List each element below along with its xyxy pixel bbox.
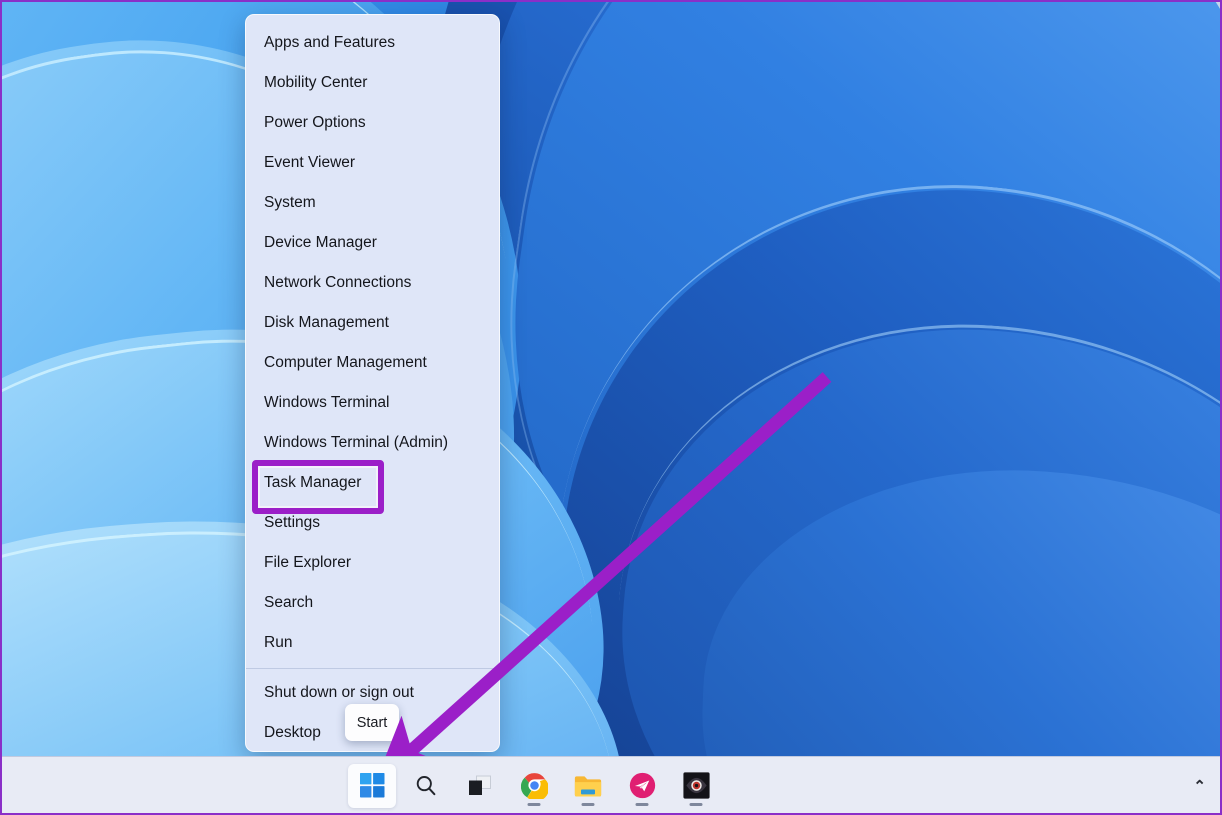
taskbar-task-view-button[interactable] [456,764,504,808]
dark-app-icon [682,772,710,799]
menu-item-disk-management[interactable]: Disk Management [246,303,499,343]
chrome-icon [520,773,548,799]
menu-item-label: Device Manager [264,234,377,251]
show-hidden-icons-chevron[interactable]: ⌃ [1187,777,1212,795]
taskbar-start-button[interactable] [348,763,396,808]
menu-item-label: Power Options [264,114,366,131]
menu-item-computer-management[interactable]: Computer Management [246,343,499,383]
chevron-right-icon: › [481,687,485,699]
menu-item-label: Task Manager [264,474,362,491]
menu-item-event-viewer[interactable]: Event Viewer [246,143,499,183]
menu-item-label: File Explorer [264,554,351,571]
menu-item-label: Windows Terminal (Admin) [264,434,449,451]
taskbar-media-app-button[interactable] [672,764,720,808]
taskbar[interactable]: ⌃ [2,756,1220,813]
menu-item-label: Windows Terminal [264,394,390,411]
menu-item-label: Event Viewer [264,154,356,171]
menu-item-label: Mobility Center [264,74,368,91]
windows-logo-icon [359,773,384,798]
taskbar-search-button[interactable] [402,764,450,808]
running-indicator [527,802,541,806]
menu-item-search[interactable]: Search [246,583,499,623]
system-tray: ⌃ [1187,757,1218,813]
menu-item-label: Run [264,634,293,651]
menu-item-network-connections[interactable]: Network Connections [246,263,499,303]
task-view-icon [469,775,491,795]
taskbar-file-explorer-button[interactable] [564,764,612,808]
start-tooltip-label: Start [356,714,388,731]
menu-item-mobility-center[interactable]: Mobility Center [246,63,499,103]
start-tooltip: Start [345,704,399,741]
running-indicator [689,802,703,806]
menu-item-label: Network Connections [264,274,412,291]
menu-item-label: Desktop [264,724,321,741]
menu-item-label: Disk Management [264,314,389,331]
menu-item-settings[interactable]: Settings [246,503,499,543]
menu-item-power-options[interactable]: Power Options [246,103,499,143]
win-x-context-menu[interactable]: Apps and Features Mobility Center Power … [245,14,500,752]
taskbar-chrome-button[interactable] [510,764,558,808]
menu-item-windows-terminal[interactable]: Windows Terminal [246,383,499,423]
desktop-screen: Apps and Features Mobility Center Power … [0,0,1222,815]
search-icon [416,775,436,795]
menu-item-label: System [264,194,316,211]
taskbar-telegram-button[interactable] [618,764,666,808]
menu-item-windows-terminal-admin[interactable]: Windows Terminal (Admin) [246,423,499,463]
menu-item-task-manager[interactable]: Task Manager [246,463,499,503]
running-indicator [635,802,649,806]
menu-item-label: Search [264,594,314,611]
menu-item-label: Apps and Features [264,34,395,51]
menu-separator [246,668,499,669]
paper-plane-icon [629,772,655,799]
menu-item-run[interactable]: Run [246,623,499,663]
menu-item-label: Shut down or sign out [264,684,414,701]
taskbar-center-group [348,757,720,813]
menu-item-label: Settings [264,514,321,531]
menu-item-device-manager[interactable]: Device Manager [246,223,499,263]
folder-icon [574,775,602,796]
desktop-wallpaper [2,2,1220,813]
menu-item-file-explorer[interactable]: File Explorer [246,543,499,583]
menu-item-apps-and-features[interactable]: Apps and Features [246,23,499,63]
running-indicator [581,802,595,806]
menu-item-label: Computer Management [264,354,427,371]
menu-item-system[interactable]: System [246,183,499,223]
